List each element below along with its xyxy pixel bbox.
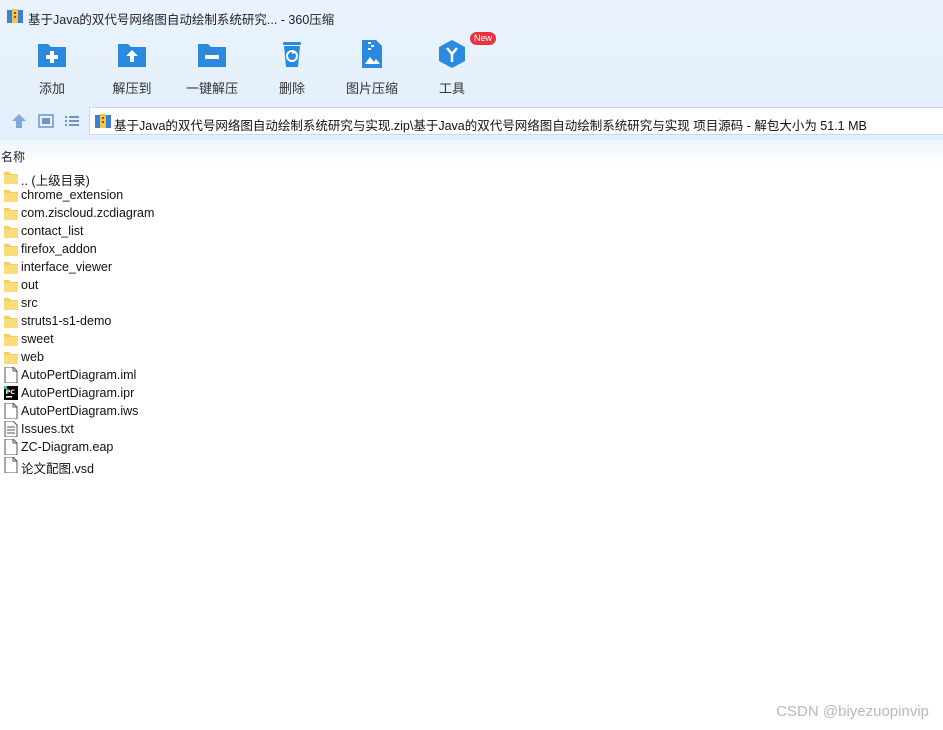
list-view-icon[interactable]: [63, 112, 81, 130]
delete-label: 删除: [278, 81, 305, 96]
tools-button[interactable]: New 工具: [412, 32, 497, 96]
image-compress-icon: [362, 40, 382, 68]
folder-row[interactable]: .. (上级目录): [0, 168, 943, 188]
address-path: 基于Java的双代号网络图自动绘制系统研究与实现.zip\基于Java的双代号网…: [114, 119, 867, 133]
one-click-extract-button[interactable]: 一键解压: [172, 36, 252, 96]
file-row[interactable]: Issues.txt: [0, 420, 943, 438]
title-bar: 基于Java的双代号网络图自动绘制系统研究... - 360压缩: [0, 0, 943, 32]
delete-button[interactable]: 删除: [252, 36, 332, 96]
folder-row[interactable]: out: [0, 276, 943, 294]
folder-icon: [4, 262, 18, 274]
file-name: struts1-s1-demo: [21, 314, 112, 328]
file-name: interface_viewer: [21, 260, 113, 274]
folder-icon: [4, 208, 18, 220]
svg-text:PC: PC: [6, 388, 16, 396]
folder-row[interactable]: src: [0, 294, 943, 312]
folder-row[interactable]: firefox_addon: [0, 240, 943, 258]
column-header: 名称: [0, 140, 943, 166]
file-name: 论文配图.vsd: [21, 462, 94, 476]
new-badge: New: [470, 32, 497, 45]
archive-app-icon: [7, 9, 23, 23]
folder-icon: [4, 190, 18, 202]
file-icon: [4, 367, 18, 383]
file-row[interactable]: PC AutoPertDiagram.ipr: [0, 384, 943, 402]
file-name: com.ziscloud.zcdiagram: [21, 206, 155, 220]
folder-row[interactable]: com.ziscloud.zcdiagram: [0, 204, 943, 222]
file-name: Issues.txt: [21, 422, 74, 436]
toolbar: 添加 解压到 一键解压 删除 图片压缩 New 工具: [0, 32, 943, 98]
file-name: contact_list: [21, 224, 84, 238]
file-name: firefox_addon: [21, 242, 97, 256]
file-row[interactable]: AutoPertDiagram.iws: [0, 402, 943, 420]
header-area: 基于Java的双代号网络图自动绘制系统研究... - 360压缩 添加 解压到: [0, 0, 943, 140]
file-list-pane: 名称 .. (上级目录) chrome_extension com.ziscloud…: [0, 140, 943, 730]
file-name: web: [21, 350, 44, 364]
image-compress-button[interactable]: 图片压缩: [332, 36, 412, 96]
add-folder-icon: [38, 44, 66, 67]
one-click-extract-label: 一键解压: [185, 81, 238, 96]
file-row[interactable]: 论文配图.vsd: [0, 456, 943, 476]
file-name: sweet: [21, 332, 54, 346]
folder-icon: [4, 334, 18, 346]
file-name: src: [21, 296, 38, 310]
text-file-icon: [4, 421, 18, 437]
extract-to-button[interactable]: 解压到: [92, 36, 172, 96]
file-icon: [4, 439, 18, 455]
navigation-bar: 基于Java的双代号网络图自动绘制系统研究与实现.zip\基于Java的双代号网…: [0, 106, 943, 136]
delete-bin-icon: [283, 42, 301, 67]
up-arrow-icon[interactable]: [10, 112, 28, 130]
folder-row[interactable]: struts1-s1-demo: [0, 312, 943, 330]
file-list: .. (上级目录) chrome_extension com.ziscloud.zc…: [0, 168, 943, 476]
folder-icon: [4, 316, 18, 328]
archive-file-icon: [95, 114, 111, 128]
folder-row[interactable]: interface_viewer: [0, 258, 943, 276]
pycharm-icon: PC: [4, 386, 18, 400]
file-row[interactable]: ZC-Diagram.eap: [0, 438, 943, 456]
file-name: AutoPertDiagram.iml: [21, 368, 137, 382]
image-compress-label: 图片压缩: [345, 81, 398, 96]
file-icon: [4, 403, 18, 419]
file-name: out: [21, 278, 39, 292]
extract-to-icon: [118, 44, 146, 67]
one-click-extract-icon: [198, 44, 226, 67]
extract-to-label: 解压到: [112, 81, 152, 96]
folder-icon: [4, 280, 18, 292]
watermark: CSDN @biyezuopinvip: [776, 703, 929, 720]
file-name: AutoPertDiagram.iws: [21, 404, 139, 418]
add-button[interactable]: 添加: [12, 36, 92, 96]
file-name: AutoPertDiagram.ipr: [21, 386, 135, 400]
window-title: 基于Java的双代号网络图自动绘制系统研究... - 360压缩: [28, 13, 335, 27]
file-name: chrome_extension: [21, 188, 124, 202]
folder-icon: [4, 352, 18, 364]
folder-icon: [4, 298, 18, 310]
file-icon: [4, 457, 18, 473]
folder-row[interactable]: chrome_extension: [0, 186, 943, 204]
file-name: ZC-Diagram.eap: [21, 440, 114, 454]
file-row[interactable]: AutoPertDiagram.iml: [0, 366, 943, 384]
tools-cube-icon: [439, 40, 465, 68]
folder-icon: [4, 172, 18, 184]
folder-row[interactable]: web: [0, 348, 943, 366]
folder-icon: [4, 226, 18, 238]
folder-row[interactable]: contact_list: [0, 222, 943, 240]
add-label: 添加: [38, 81, 65, 96]
folder-icon: [4, 244, 18, 256]
address-bar[interactable]: 基于Java的双代号网络图自动绘制系统研究与实现.zip\基于Java的双代号网…: [89, 107, 943, 135]
app-window: 基于Java的双代号网络图自动绘制系统研究... - 360压缩 添加 解压到: [0, 0, 943, 730]
tools-label: 工具: [438, 81, 465, 96]
folder-row[interactable]: sweet: [0, 330, 943, 348]
thumbnail-view-icon[interactable]: [37, 112, 55, 130]
name-column-header[interactable]: 名称: [1, 148, 25, 165]
